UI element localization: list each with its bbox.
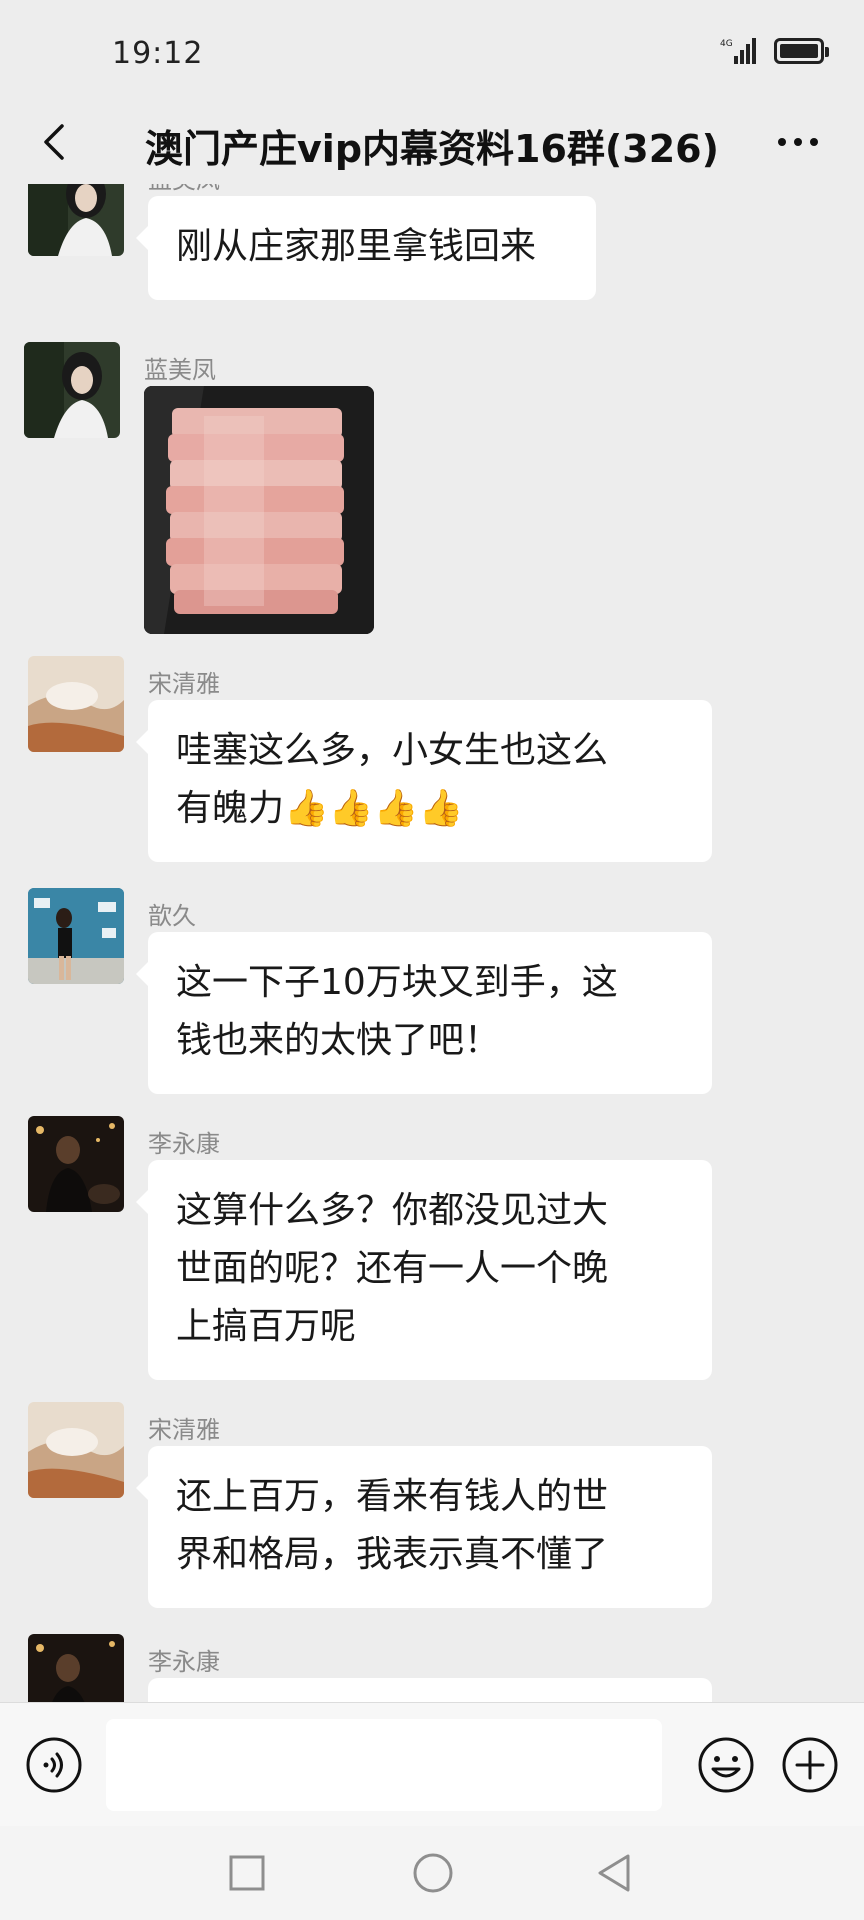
input-bar bbox=[0, 1702, 864, 1826]
avatar[interactable] bbox=[28, 1402, 124, 1498]
avatar[interactable] bbox=[28, 888, 124, 984]
nav-home-icon[interactable] bbox=[412, 1852, 454, 1894]
message-text-line: 这算什么多？你都没见过大 bbox=[176, 1190, 609, 1231]
message-input[interactable] bbox=[106, 1719, 662, 1811]
message-text: 刚从庄家那里拿钱回来 bbox=[176, 226, 537, 267]
message-text-line: 上搞百万呢 bbox=[176, 1306, 357, 1347]
avatar[interactable] bbox=[28, 656, 124, 752]
message-text-line-with-emoji: 有魄力👍👍👍👍 bbox=[176, 780, 684, 838]
message-text-line: 钱也来的太快了吧！ bbox=[176, 1020, 501, 1061]
avatar[interactable] bbox=[28, 184, 124, 256]
emoji-icon[interactable] bbox=[696, 1735, 756, 1795]
chat-title: 澳门产庄vip内幕资料16群(326) bbox=[145, 127, 719, 171]
voice-icon[interactable] bbox=[24, 1735, 84, 1795]
message-bubble[interactable]: 还上百万，看来有钱人的世 界和格局，我表示真不懂了 bbox=[136, 1446, 712, 1608]
network-label: 4G bbox=[720, 39, 733, 49]
more-icon[interactable] bbox=[770, 114, 826, 170]
sender-name: 李永康 bbox=[148, 1130, 220, 1158]
message-bubble[interactable]: 这一下子10万块又到手，这 钱也来的太快了吧！ bbox=[136, 932, 712, 1094]
cash-stack-photo[interactable] bbox=[144, 386, 374, 634]
message-text: 有魄力 bbox=[176, 788, 285, 829]
nav-square-icon[interactable] bbox=[228, 1854, 266, 1892]
sender-name: 宋清雅 bbox=[148, 1416, 220, 1444]
message-bubble[interactable] bbox=[148, 1678, 712, 1702]
message-text-line: 还上百万，看来有钱人的世 bbox=[176, 1476, 609, 1517]
signal-icon: 4G bbox=[720, 38, 756, 64]
nav-back-icon[interactable] bbox=[594, 1852, 634, 1894]
status-bar: 19:12 4G bbox=[0, 0, 864, 100]
message-text-line: 这一下子10万块又到手，这 bbox=[176, 962, 618, 1003]
chat-list[interactable]: 蓝美凤 刚从庄家那里拿钱回来 蓝美凤 bbox=[0, 184, 864, 1702]
system-nav-bar bbox=[0, 1826, 864, 1920]
battery-icon bbox=[774, 38, 829, 64]
status-time: 19:12 bbox=[112, 36, 204, 71]
sender-name: 宋清雅 bbox=[148, 670, 220, 698]
sender-name: 歆久 bbox=[148, 902, 196, 930]
message-text-line: 界和格局，我表示真不懂了 bbox=[176, 1534, 609, 1575]
message-bubble[interactable]: 刚从庄家那里拿钱回来 bbox=[136, 196, 596, 300]
avatar[interactable] bbox=[28, 1634, 124, 1702]
plus-icon[interactable] bbox=[780, 1735, 840, 1795]
thumbs-up-emoji: 👍👍👍👍 bbox=[284, 788, 464, 829]
sender-name: 蓝美凤 bbox=[148, 184, 220, 195]
message-text-line: 哇塞这么多，小女生也这么 bbox=[176, 730, 609, 771]
sender-name: 蓝美凤 bbox=[144, 356, 216, 384]
title-bar: 澳门产庄vip内幕资料16群(326) bbox=[0, 100, 864, 184]
message-text-line: 世面的呢？还有一人一个晚 bbox=[176, 1248, 609, 1289]
avatar[interactable] bbox=[24, 342, 120, 438]
avatar[interactable] bbox=[28, 1116, 124, 1212]
message-bubble[interactable]: 这算什么多？你都没见过大 世面的呢？还有一人一个晚 上搞百万呢 bbox=[136, 1160, 712, 1380]
message-bubble[interactable]: 哇塞这么多，小女生也这么 有魄力👍👍👍👍 bbox=[136, 700, 712, 862]
sender-name: 李永康 bbox=[148, 1648, 220, 1676]
